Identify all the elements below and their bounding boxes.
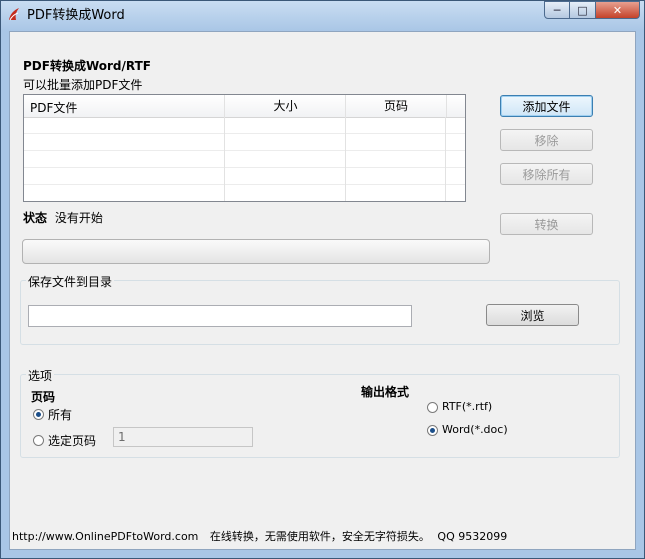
all-pages-radio[interactable] bbox=[33, 409, 44, 420]
add-file-button[interactable]: 添加文件 bbox=[500, 95, 593, 117]
footer-qq: QQ 9532099 bbox=[437, 530, 508, 543]
maximize-icon: □ bbox=[577, 3, 588, 17]
minimize-button[interactable]: ─ bbox=[544, 1, 570, 19]
window-title: PDF转换成Word bbox=[27, 8, 125, 23]
footer-bar: http://www.OnlinePDFtoWord.com 在线转换，无需使用… bbox=[10, 520, 635, 549]
output-format-label: 输出格式 bbox=[361, 385, 410, 399]
doc-format-label[interactable]: Word(*.doc) bbox=[442, 423, 508, 436]
page-range-input[interactable]: 1 bbox=[113, 427, 253, 447]
footer-url-link[interactable]: http://www.OnlinePDFtoWord.com bbox=[12, 530, 198, 543]
options-group-label: 选项 bbox=[26, 367, 55, 384]
column-header-file[interactable]: PDF文件 bbox=[30, 99, 77, 116]
page-range-label[interactable]: 选定页码 bbox=[48, 432, 96, 449]
page-range-radio[interactable] bbox=[33, 435, 44, 446]
rtf-format-radio[interactable] bbox=[427, 402, 438, 413]
save-group-label: 保存文件到目录 bbox=[26, 273, 115, 290]
grid-line bbox=[445, 117, 446, 201]
save-path-input[interactable] bbox=[28, 305, 412, 327]
column-header-size[interactable]: 大小 bbox=[224, 95, 346, 117]
file-list[interactable]: PDF文件 大小 页码 bbox=[23, 94, 466, 202]
page-title: PDF转换成Word/RTF bbox=[23, 59, 151, 73]
remove-all-button[interactable]: 移除所有 bbox=[500, 163, 593, 185]
all-pages-label[interactable]: 所有 bbox=[48, 406, 72, 423]
pages-label: 页码 bbox=[31, 390, 56, 404]
grid-line bbox=[24, 184, 465, 185]
minimize-icon: ─ bbox=[553, 3, 561, 17]
grid-line bbox=[24, 167, 465, 168]
status-row: 状态 没有开始 bbox=[23, 209, 103, 226]
grid-line bbox=[345, 117, 346, 201]
maximize-button[interactable]: □ bbox=[570, 1, 596, 19]
close-button[interactable]: ✕ bbox=[596, 1, 640, 19]
column-header-pages[interactable]: 页码 bbox=[345, 95, 447, 117]
page-subtitle: 可以批量添加PDF文件 bbox=[23, 78, 143, 92]
browse-button[interactable]: 浏览 bbox=[486, 304, 579, 326]
grid-line bbox=[24, 133, 465, 134]
remove-button[interactable]: 移除 bbox=[500, 129, 593, 151]
title-bar[interactable]: PDF转换成Word ─ □ ✕ bbox=[1, 1, 644, 29]
close-icon: ✕ bbox=[612, 3, 623, 17]
grid-line bbox=[224, 117, 225, 201]
file-list-header: PDF文件 大小 页码 bbox=[24, 95, 465, 118]
grid-line bbox=[24, 150, 465, 151]
doc-format-radio[interactable] bbox=[427, 425, 438, 436]
client-area: PDF转换成Word/RTF 可以批量添加PDF文件 PDF文件 大小 页码 添… bbox=[9, 31, 636, 550]
status-label: 状态 bbox=[23, 211, 48, 225]
status-value: 没有开始 bbox=[54, 211, 103, 225]
progress-bar bbox=[22, 239, 490, 264]
footer-text: 在线转换，无需使用软件，安全无字符损失。 bbox=[209, 530, 430, 543]
rtf-format-label[interactable]: RTF(*.rtf) bbox=[442, 400, 492, 413]
pdf-app-icon bbox=[9, 8, 19, 21]
convert-button[interactable]: 转换 bbox=[500, 213, 593, 235]
options-group bbox=[20, 374, 620, 458]
app-window: PDF转换成Word ─ □ ✕ PDF转换成Word/RTF 可以批量添加PD… bbox=[0, 0, 645, 559]
